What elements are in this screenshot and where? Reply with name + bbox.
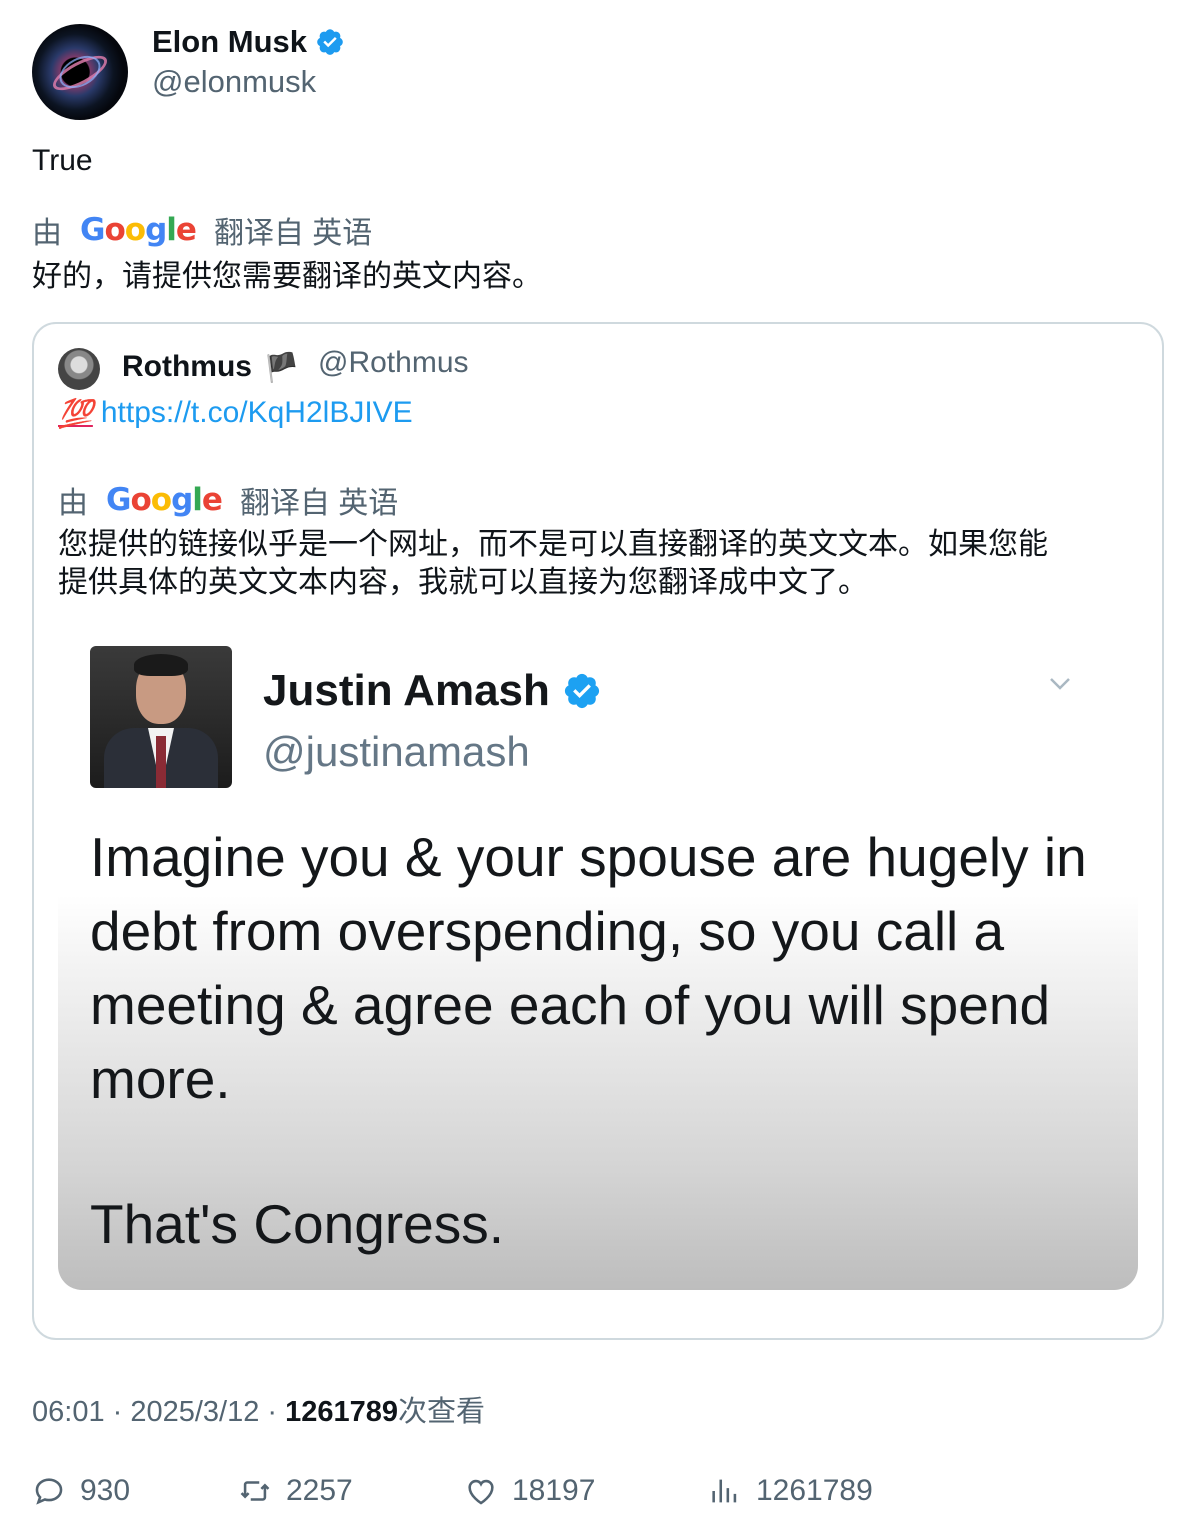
tweet-translation: 好的，请提供您需要翻译的英文内容。 [32, 260, 542, 293]
retweet-button[interactable]: 2257 [238, 1474, 353, 1508]
verified-badge-icon [564, 673, 599, 709]
quote-translation: 您提供的链接似乎是一个网址，而不是可以直接翻译的英文文本。如果您能 提供具体的英… [58, 526, 1048, 602]
like-count: 18197 [512, 1474, 596, 1507]
justin-amash-photo [90, 646, 232, 788]
reply-icon [35, 1478, 63, 1505]
translation-attribution: 由 Google 翻译自 英语 [32, 208, 372, 252]
retweet-icon [240, 1481, 270, 1501]
image-tweet-text: Imagine you & your spouse are hugely in … [90, 826, 1087, 1110]
analytics-button[interactable]: 1261789 [708, 1474, 873, 1508]
image-tweet-text-punchline: That's Congress. [90, 1193, 505, 1255]
translate-from-label: 翻译自 英语 [213, 217, 373, 250]
embedded-tweet-image[interactable]: Justin Amash @justinamash Imagine you & … [58, 630, 1138, 1290]
author-avatar[interactable] [32, 24, 128, 120]
image-author-name: Justin Amash [263, 666, 550, 715]
reply-button[interactable]: 930 [32, 1474, 130, 1508]
author-name[interactable]: Elon Musk [152, 24, 307, 60]
google-logo: Google [80, 212, 197, 248]
reply-count: 930 [80, 1474, 131, 1507]
quote-author-avatar[interactable] [58, 348, 100, 390]
quote-translation-line: 您提供的链接似乎是一个网址，而不是可以直接翻译的英文文本。如果您能 [58, 528, 1048, 561]
retweet-count: 2257 [286, 1474, 353, 1507]
google-logo: Google [106, 482, 223, 518]
author-handle[interactable]: @elonmusk [152, 64, 316, 100]
quote-link[interactable]: https://t.co/KqH2lBJIVE [101, 396, 413, 430]
quote-author-name[interactable]: Rothmus [122, 350, 252, 384]
quote-translation-attribution: 由 Google 翻译自 英语 [58, 478, 398, 522]
heart-icon [468, 1479, 494, 1505]
quote-author-name-row: Rothmus 🏴 [122, 350, 299, 384]
translate-by-label: 由 [32, 217, 62, 250]
chevron-down-icon [1050, 678, 1070, 690]
view-count: 1261789 [285, 1396, 399, 1428]
image-author-name-row: Justin Amash [263, 666, 602, 716]
view-count-suffix: 次查看 [398, 1396, 486, 1428]
image-author-handle: @justinamash [263, 728, 530, 775]
flag-icon: 🏴 [264, 351, 299, 383]
author-name-row: Elon Musk [152, 24, 345, 60]
tweet-text: True [32, 144, 93, 177]
analytics-count: 1261789 [756, 1474, 873, 1507]
quote-author-handle[interactable]: @Rothmus [318, 346, 469, 380]
like-button[interactable]: 18197 [464, 1474, 595, 1508]
quote-text: 💯 https://t.co/KqH2lBJIVE [58, 396, 413, 430]
quoted-tweet-card[interactable]: Rothmus 🏴 @Rothmus 💯 https://t.co/KqH2lB… [32, 322, 1164, 1340]
analytics-icon [712, 1479, 737, 1503]
quote-translation-line: 提供具体的英文文本内容，我就可以直接为您翻译成中文了。 [58, 566, 868, 599]
hundred-points-icon: 💯 [58, 397, 93, 429]
tweet-meta: 06:01 · 2025/3/12 · 1261789次查看 [32, 1388, 485, 1430]
verified-badge-icon [317, 29, 343, 55]
tweet-timestamp[interactable]: 06:01 · 2025/3/12 · [32, 1396, 285, 1428]
translate-by-label: 由 [58, 487, 88, 520]
translate-from-label: 翻译自 英语 [239, 487, 399, 520]
